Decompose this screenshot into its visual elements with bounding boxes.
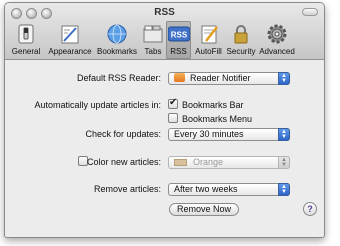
- toolbar-label-appearance: Appearance: [48, 47, 92, 56]
- default-reader-label: Default RSS Reader:: [76, 73, 161, 83]
- auto-update-label: Automatically update articles in:: [34, 100, 161, 110]
- autofill-pencil-icon: [201, 25, 218, 44]
- toolbar-item-security[interactable]: Security: [225, 21, 257, 59]
- check-updates-value: Every 30 minutes: [174, 129, 244, 139]
- remove-articles-popup[interactable]: After two weeks ▲ ▼: [168, 183, 290, 196]
- color-new-articles-label: Color new articles:: [86, 157, 161, 167]
- toolbar-label-autofill: AutoFill: [195, 47, 222, 56]
- security-lock-icon: [234, 25, 248, 44]
- remove-now-button[interactable]: Remove Now: [169, 203, 239, 216]
- rss-icon-text: RSS: [170, 31, 187, 40]
- toolbar-item-rss[interactable]: RSS RSS: [166, 21, 191, 59]
- preferences-window: RSS General Appearance Bookmarks Tabs RS…: [4, 2, 325, 238]
- rss-preferences-pane: Default RSS Reader: Reader Notifier ▲ ▼ A…: [5, 61, 324, 237]
- bookmarks-bar-label: Bookmarks Bar: [182, 100, 244, 110]
- popup-arrows-icon: ▲ ▼: [278, 72, 290, 85]
- remove-articles-label: Remove articles:: [93, 184, 161, 194]
- bookmarks-bar-checkbox[interactable]: [168, 97, 178, 109]
- window-title: RSS: [154, 7, 175, 18]
- toolbar-item-appearance[interactable]: Appearance: [47, 21, 93, 59]
- toolbar-label-advanced: Advanced: [259, 47, 295, 56]
- popup-arrows-icon: ▲ ▼: [278, 156, 290, 169]
- bookmarks-globe-icon: [107, 24, 127, 44]
- remove-articles-value: After two weeks: [174, 184, 238, 194]
- toolbar-label-general: General: [11, 47, 41, 56]
- advanced-gear-icon: [267, 24, 287, 44]
- toolbar-label-rss: RSS: [170, 47, 187, 56]
- toolbar-label-tabs: Tabs: [144, 47, 162, 56]
- toolbar-item-autofill[interactable]: AutoFill: [192, 21, 225, 59]
- toolbar-item-tabs[interactable]: Tabs: [141, 21, 165, 59]
- bookmarks-menu-label: Bookmarks Menu: [182, 114, 253, 124]
- toolbar-label-security: Security: [226, 47, 256, 56]
- color-value: Orange: [193, 157, 224, 167]
- toolbar-toggle-button[interactable]: [302, 8, 318, 16]
- toolbar-item-general[interactable]: General: [7, 21, 45, 59]
- toolbar: RSS General Appearance Bookmarks Tabs RS…: [5, 3, 324, 60]
- default-reader-popup[interactable]: Reader Notifier ▲ ▼: [168, 72, 290, 85]
- tabs-icon: [143, 25, 163, 43]
- general-switch-icon: [18, 24, 34, 44]
- color-swatch: [174, 159, 187, 166]
- check-updates-popup[interactable]: Every 30 minutes ▲ ▼: [168, 128, 290, 141]
- popup-arrows-icon: ▲ ▼: [278, 183, 290, 196]
- default-reader-value: Reader Notifier: [190, 73, 251, 83]
- color-popup[interactable]: Orange ▲ ▼: [168, 156, 290, 169]
- appearance-pen-icon: [61, 25, 79, 44]
- bookmarks-menu-checkbox[interactable]: [168, 113, 178, 123]
- popup-arrows-icon: ▲ ▼: [278, 128, 290, 141]
- toolbar-item-bookmarks[interactable]: Bookmarks: [95, 21, 139, 59]
- toolbar-item-advanced[interactable]: Advanced: [257, 21, 297, 59]
- rss-icon: RSS: [167, 26, 190, 42]
- toolbar-label-bookmarks: Bookmarks: [96, 47, 137, 56]
- check-updates-label: Check for updates:: [85, 129, 161, 139]
- help-button[interactable]: ?: [303, 202, 317, 216]
- rss-feed-icon: [174, 73, 185, 82]
